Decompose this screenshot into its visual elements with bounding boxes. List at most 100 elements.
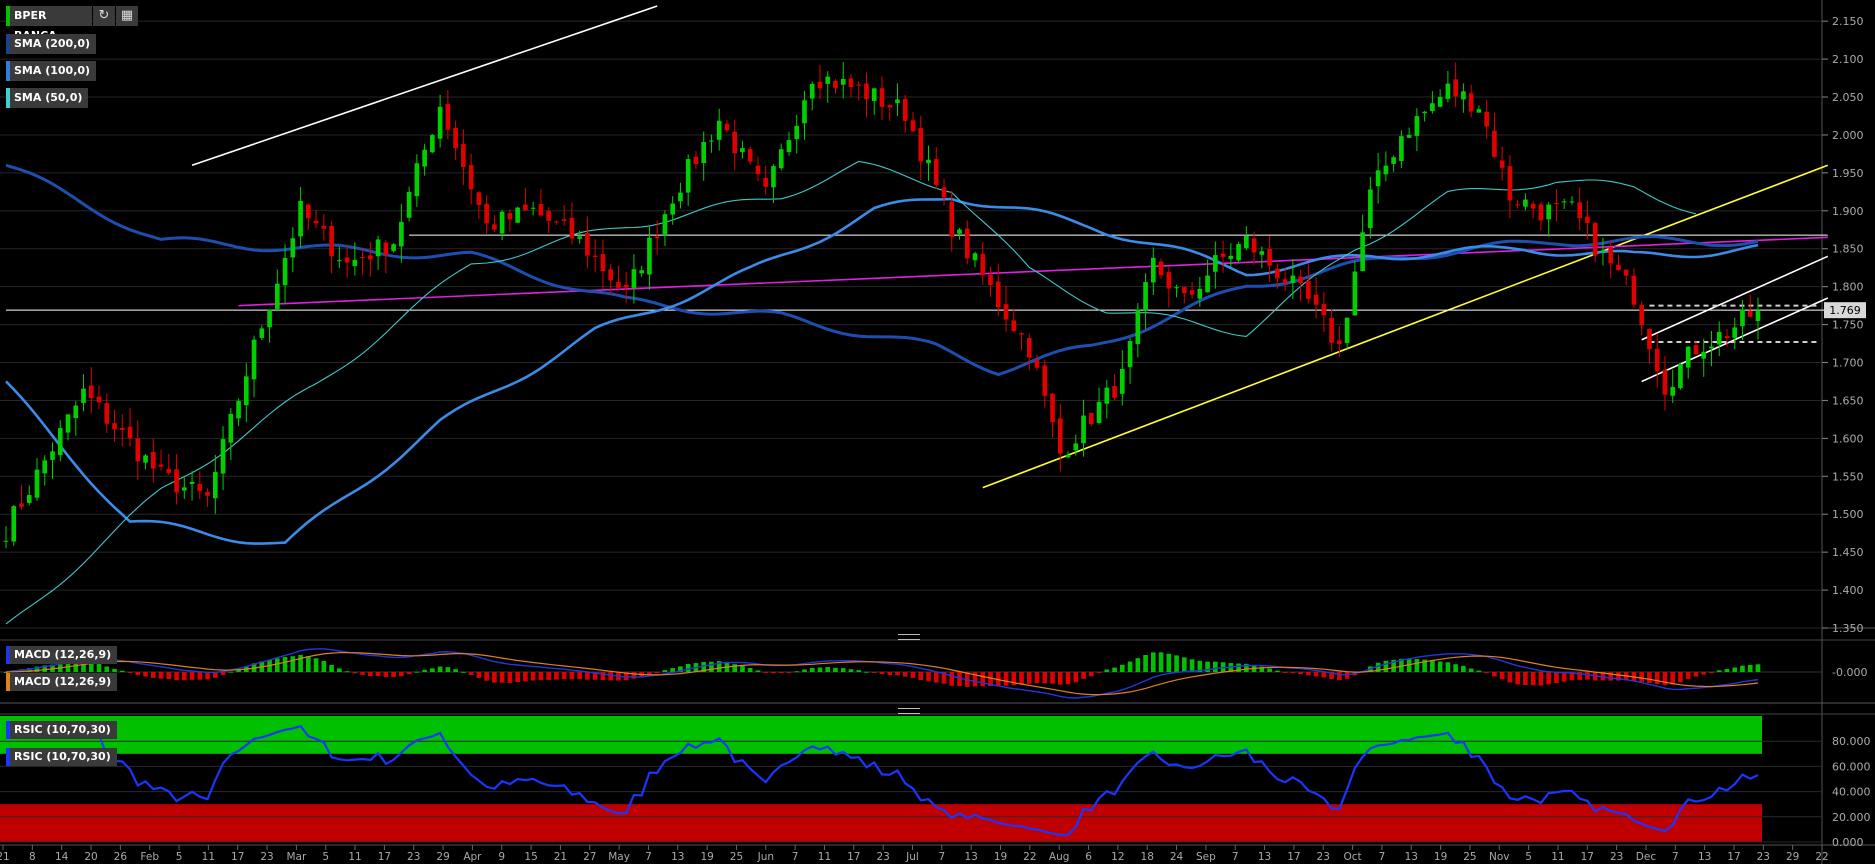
candle-body [1042, 365, 1048, 396]
candle-body [538, 204, 544, 216]
price-chart[interactable]: 2.150 2.100 2.050 2.000 1.950 1.900 1.850 1.800… [0, 0, 1875, 864]
candle-body [887, 105, 893, 108]
candle-body [1182, 287, 1187, 294]
date-tick-label: 13 [671, 851, 684, 863]
candle-body [972, 253, 978, 261]
date-tick-label: Jul [905, 851, 919, 863]
candle-body [1236, 244, 1241, 261]
macd-histogram-bar [329, 664, 334, 672]
macd-histogram-bar [1437, 661, 1443, 672]
overlay-label-sma100[interactable]: SMA (100,0) [6, 61, 97, 81]
candle-body [957, 229, 962, 234]
candle-body [1174, 287, 1179, 289]
date-tick-label: 24 [1170, 851, 1184, 863]
macd-histogram-bar [143, 672, 148, 677]
rsi-label[interactable]: RSIC (10,70,30) [6, 721, 117, 739]
macd-histogram-bar [352, 672, 358, 674]
price-tick-label: 1.800 [1832, 281, 1864, 294]
macd-label[interactable]: MACD (12,26,9) [6, 646, 118, 664]
macd-histogram-bar [1127, 661, 1133, 672]
candle-body [732, 131, 738, 154]
macd-histogram-bar [181, 672, 187, 681]
candle-body [980, 253, 986, 276]
candle-body [1546, 204, 1551, 220]
macd-histogram-bar [1282, 672, 1288, 673]
date-tick-label: 23 [1610, 851, 1623, 863]
candle-body [662, 214, 668, 236]
calendar-button[interactable]: ▦ [116, 6, 138, 26]
candle-body [1592, 222, 1598, 256]
instrument-swatch [6, 6, 10, 26]
price-tick-label: 2.100 [1832, 53, 1864, 66]
candle-body [1445, 83, 1451, 99]
macd-histogram-bar [1119, 664, 1125, 672]
panel-resize-handle-macd[interactable] [898, 634, 920, 640]
macd-histogram-bar [654, 672, 660, 673]
candle-body [1065, 454, 1071, 458]
price-tick-label: 1.400 [1832, 584, 1864, 597]
candle-body [329, 225, 334, 257]
macd-histogram-bar [337, 668, 342, 672]
macd-histogram-bar [1546, 672, 1551, 685]
date-tick-label: 12 [1111, 851, 1124, 863]
panel-resize-handle-rsi[interactable] [898, 708, 920, 714]
date-tick-label: 22 [1815, 851, 1828, 863]
overlay-label-sma50[interactable]: SMA (50,0) [6, 88, 89, 108]
candle-body [112, 423, 117, 430]
instrument-label[interactable]: BPER BANCA [6, 6, 92, 42]
macd-histogram-bar [1034, 672, 1040, 684]
candle-body [523, 204, 528, 211]
price-tick-label: 2.150 [1832, 15, 1864, 28]
candle-body [1561, 201, 1567, 203]
candle-body [337, 260, 342, 262]
candle-body [623, 284, 629, 288]
macd-histogram-bar [1135, 658, 1141, 672]
macd-histogram-bar [306, 656, 311, 672]
macd-histogram-bar [569, 672, 575, 680]
candle-body [585, 232, 590, 256]
macd-histogram-bar [220, 672, 226, 675]
candle-body [1220, 253, 1226, 257]
date-tick-label: 18 [1141, 851, 1154, 863]
candle-body [1391, 157, 1396, 164]
candle-body [368, 255, 373, 260]
date-tick-label: 7 [1672, 851, 1679, 863]
candle-body [1724, 335, 1730, 339]
candle-body [1298, 276, 1303, 283]
candle-body [1608, 247, 1614, 264]
overlay-label-text: SMA (200,0) [14, 37, 91, 50]
candle-body [1352, 271, 1358, 316]
date-tick-label: Oct [1344, 851, 1362, 863]
macd-histogram-bar [1530, 672, 1536, 686]
refresh-button[interactable]: ↻ [93, 6, 115, 26]
price-tick-label: 1.900 [1832, 205, 1864, 218]
macd-histogram-bar [1042, 672, 1048, 684]
macd-histogram-bar [1143, 654, 1148, 672]
candle-body [1096, 401, 1102, 423]
date-tick-label: Dec [1636, 851, 1657, 863]
candle-body [1453, 79, 1458, 97]
macd-histogram-bar [1724, 669, 1730, 672]
candle-body [1623, 269, 1629, 276]
macd-histogram-bar [856, 670, 862, 672]
candle-body [647, 237, 652, 275]
macd-histogram-bar [437, 666, 443, 672]
macd-label-2[interactable]: MACD (12,26,9) [6, 673, 118, 691]
candle-body [1313, 294, 1319, 305]
overlay-label-sma200[interactable]: SMA (200,0) [6, 34, 97, 54]
candle-body [809, 83, 815, 99]
macd-histogram-bar [554, 672, 559, 680]
date-tick-label: 9 [498, 851, 505, 863]
date-tick-label: 23 [1757, 851, 1770, 863]
date-tick-label: Sep [1196, 851, 1216, 863]
overlay-label-text: SMA (100,0) [14, 64, 91, 77]
candle-body [685, 159, 691, 193]
candle-body [3, 540, 9, 542]
macd-histogram-bar [119, 670, 125, 672]
candle-body [988, 274, 993, 286]
rsi-label-2[interactable]: RSIC (10,70,30) [6, 748, 117, 766]
candle-body [1569, 201, 1575, 203]
macd-histogram-bar [1174, 655, 1179, 672]
macd-label-text: MACD (12,26,9) [14, 675, 112, 688]
candle-body [205, 491, 210, 496]
